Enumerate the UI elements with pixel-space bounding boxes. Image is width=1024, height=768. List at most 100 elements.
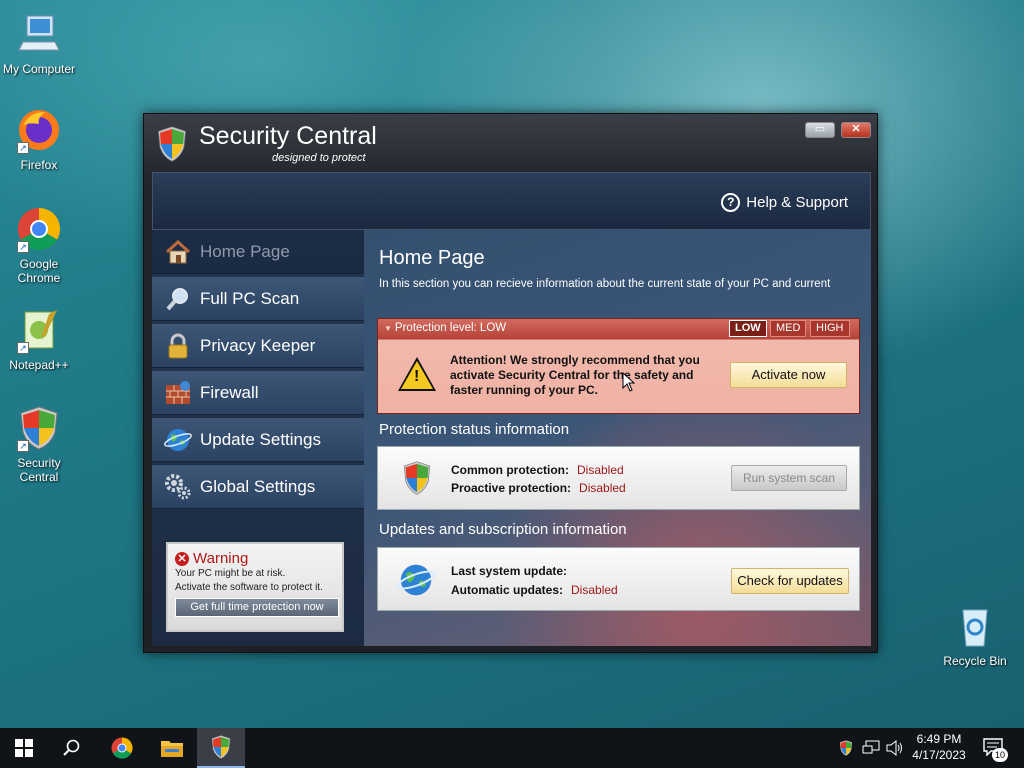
taskbar-security-central[interactable] [197,728,245,768]
desktop-icon-label: Recycle Bin [943,654,1007,668]
notification-center-button[interactable]: 10 [980,736,1010,762]
main-panel: Home Page In this section you can reciev… [364,230,871,646]
taskbar-chrome[interactable] [98,728,146,768]
notification-count: 10 [992,748,1008,762]
desktop-icon-label: Firefox [20,158,58,172]
level-med-button[interactable]: MED [770,320,807,337]
updates-section-title: Updates and subscription information [379,521,627,538]
chrome-icon [111,737,133,759]
nav-privacy-keeper[interactable]: Privacy Keeper [152,324,364,368]
proactive-protection-row: Proactive protection: Disabled [451,481,626,495]
clock-time: 6:49 PM [916,732,962,746]
nav-label: Global Settings [200,476,316,496]
house-icon [164,238,192,266]
search-icon [63,739,80,756]
common-protection-row: Common protection: Disabled [451,463,624,477]
warning-triangle-mark: ! [414,368,420,385]
globe-update-icon [396,564,436,596]
start-button[interactable] [0,728,48,768]
nav-label: Firewall [200,382,259,402]
chrome-icon: ↗ [15,205,63,253]
app-subtitle: designed to protect [272,152,366,164]
nav-home-page[interactable]: Home Page [152,230,364,274]
protection-level-label: ▼ Protection level: LOW [384,322,507,334]
tray-security-icon[interactable] [838,739,854,762]
shortcut-arrow-icon: ↗ [17,440,29,452]
error-icon: ✕ [175,551,189,566]
get-protection-button[interactable]: Get full time protection now [175,598,339,617]
status-section-title: Protection status information [379,421,570,438]
level-high-button[interactable]: HIGH [810,320,850,337]
desktop-icon-my-computer[interactable]: My Computer [0,10,78,76]
gears-icon [164,473,192,501]
recycle-bin-icon [951,602,999,650]
network-icon[interactable] [862,740,880,761]
activate-now-button[interactable]: Activate now [730,362,847,388]
nav-label: Home Page [200,241,290,261]
desktop-icon-chrome[interactable]: ↗ Google Chrome [0,205,78,285]
desktop-icon-label: My Computer [2,62,76,76]
shortcut-arrow-icon: ↗ [17,342,29,354]
desktop-icon-security-central[interactable]: ↗ Security Central [0,404,78,484]
globe-icon [164,426,192,454]
protection-message: Attention! We strongly recommend that yo… [450,353,700,397]
brick-wall-icon [164,379,192,407]
protection-status-card: Common protection: Disabled Proactive pro… [377,446,860,510]
proactive-protection-status: Disabled [579,481,626,495]
check-for-updates-button[interactable]: Check for updates [731,568,849,594]
nav-label: Update Settings [200,429,321,449]
page-title: Home Page [379,247,485,269]
header-band: ? Help & Support [152,172,871,230]
level-low-button[interactable]: LOW [729,320,767,337]
title-bar[interactable]: Security Central designed to protect ▭ ✕ [144,114,877,172]
down-triangle-icon: ▼ [384,324,392,333]
help-support-link[interactable]: ? Help & Support [721,193,848,212]
nav-update-settings[interactable]: Update Settings [152,418,364,462]
shield-icon [211,735,231,759]
warning-line-2: Activate the software to protect it. [175,582,323,593]
mouse-cursor [622,372,636,392]
computer-icon [15,10,63,58]
shield-tray-icon [840,740,852,756]
last-update-row: Last system update: [451,564,568,578]
shield-icon: ↗ [15,404,63,452]
search-button[interactable] [48,728,96,768]
taskbar-file-explorer[interactable] [148,728,196,768]
page-description: In this section you can recieve informat… [379,278,831,290]
folder-icon [161,741,183,757]
shortcut-arrow-icon: ↗ [17,142,29,154]
run-system-scan-button[interactable]: Run system scan [731,465,847,491]
desktop-icon-label: Security Central [17,456,61,484]
security-central-window: Security Central designed to protect ▭ ✕… [143,113,878,653]
warning-title: ✕ Warning [175,550,335,567]
automatic-updates-row: Automatic updates: Disabled [451,583,618,597]
firefox-icon: ↗ [15,106,63,154]
nav-full-pc-scan[interactable]: Full PC Scan [152,277,364,321]
warning-line-1: Your PC might be at risk. [175,568,286,579]
warning-box: ✕ Warning Your PC might be at risk. Acti… [166,542,344,632]
desktop-icon-recycle-bin[interactable]: Recycle Bin [936,602,1014,668]
desktop-icon-label: Notepad++ [9,358,69,372]
sidebar: Home Page Full PC Scan Privacy Keeper Fi… [152,230,364,646]
automatic-updates-status: Disabled [571,583,618,597]
windows-logo-icon [15,739,33,757]
app-title: Security Central [199,122,377,150]
desktop-icon-firefox[interactable]: ↗ Firefox [0,106,78,172]
nav-firewall[interactable]: Firewall [152,371,364,415]
taskbar: 6:49 PM 4/17/2023 10 [0,728,1024,768]
close-button[interactable]: ✕ [841,122,871,138]
volume-icon[interactable] [886,739,904,761]
help-label: Help & Support [746,194,848,211]
nav-global-settings[interactable]: Global Settings [152,465,364,509]
desktop-icon-notepadpp[interactable]: ↗ Notepad++ [0,306,78,372]
notepadpp-icon: ↗ [15,306,63,354]
help-icon: ? [721,193,741,212]
nav-label: Full PC Scan [200,288,300,308]
nav-label: Privacy Keeper [200,335,316,355]
protection-level-box: ▼ Protection level: LOW LOW MED HIGH ! At… [377,318,860,414]
minimize-button[interactable]: ▭ [805,122,835,138]
desktop-icon-label: Google Chrome [17,257,61,285]
shortcut-arrow-icon: ↗ [17,241,29,253]
padlock-icon [164,332,192,360]
clock[interactable]: 6:49 PM 4/17/2023 [908,731,970,763]
